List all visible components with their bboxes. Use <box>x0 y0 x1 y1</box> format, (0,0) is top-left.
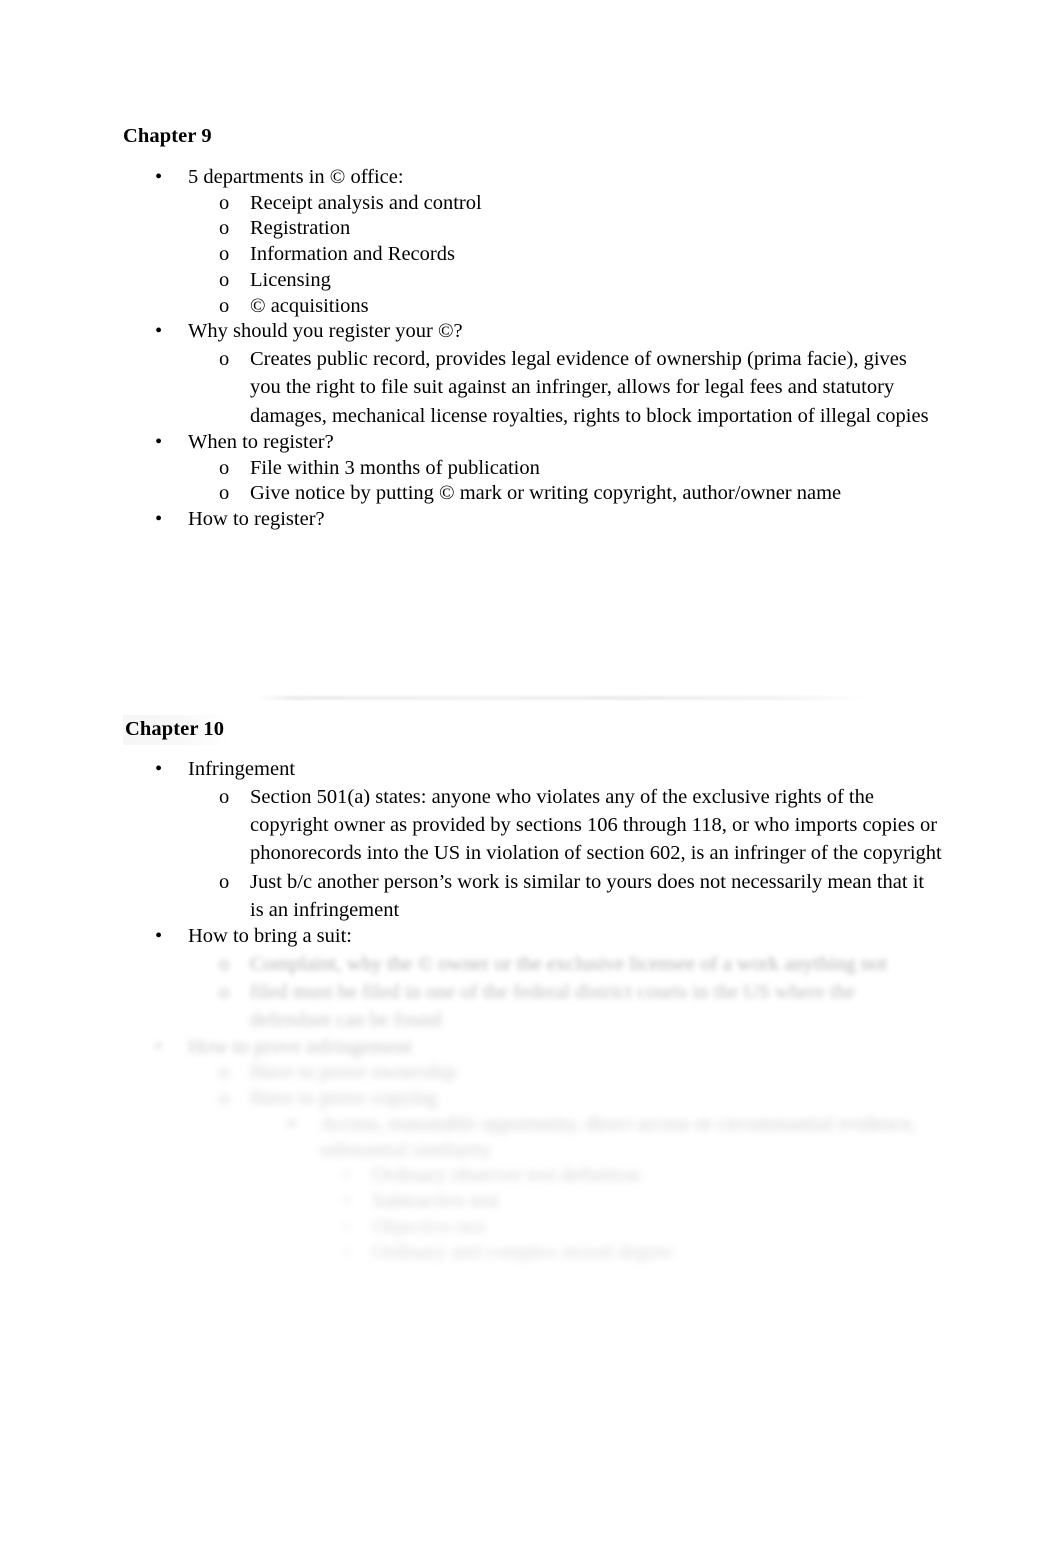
bullet-disc-icon: • <box>155 507 163 530</box>
bullet-disc-icon: • <box>155 166 163 188</box>
bullet-circle-icon: o <box>219 243 230 266</box>
chapter-10-heading: Chapter 10 <box>123 715 231 745</box>
degraded-list-item: ▪ Access, reasonable opportunity, direct… <box>0 1112 1062 1138</box>
list-item: o Creates public record, provides legal … <box>0 345 1062 430</box>
chapter-9-heading: Chapter 9 <box>123 125 212 147</box>
degraded-list-item: ▫ Ordinary and complex mixed degree <box>0 1240 1062 1266</box>
list-item: • 5 departments in © office: <box>0 165 1062 191</box>
list-item: o Registration <box>0 216 1062 242</box>
bullet-circle-icon: o <box>219 952 230 975</box>
degraded-list-item: o filed must be filed in one of the fede… <box>0 978 1062 1006</box>
list-item-label: Section 501(a) states: anyone who violat… <box>250 785 942 865</box>
degraded-text: Access, reasonable opportunity, direct a… <box>320 1112 917 1135</box>
degraded-list-item: ▫ Objective test <box>0 1215 1062 1241</box>
chapter-9-outline: • 5 departments in © office: o Receipt a… <box>0 165 1062 533</box>
list-item-label: © acquisitions <box>250 294 369 317</box>
chapter-10-outline: • Infringement o Section 501(a) states: … <box>0 757 1062 1266</box>
degraded-list-item: substantial similarity <box>0 1138 1062 1164</box>
bullet-square-icon: ▪ <box>288 1112 296 1135</box>
list-item-label: Receipt analysis and control <box>250 191 482 214</box>
degraded-text: defendant can be found <box>250 1009 442 1032</box>
list-item: • Infringement <box>0 757 1062 783</box>
bullet-circle-icon: o <box>219 981 230 1004</box>
degraded-text: Complaint, why the © owner or the exclus… <box>250 952 888 975</box>
list-item-label: Licensing <box>250 268 331 291</box>
bullet-dash-icon: ▫ <box>343 1241 351 1264</box>
bullet-circle-icon: o <box>219 191 230 214</box>
list-item: o © acquisitions <box>0 294 1062 320</box>
list-item-label: Just b/c another person’s work is simila… <box>250 870 925 921</box>
list-item: • Why should you register your ©? <box>0 319 1062 345</box>
list-item: o Receipt analysis and control <box>0 191 1062 217</box>
degraded-text: Have to prove copying <box>250 1087 438 1110</box>
degraded-text: Ordinary observer test definition <box>372 1164 641 1187</box>
degraded-list-item: ▫ Ordinary observer test definition <box>0 1163 1062 1189</box>
list-item: • When to register? <box>0 430 1062 456</box>
bullet-dash-icon: ▫ <box>343 1164 351 1187</box>
list-item-label: How to bring a suit: <box>188 925 352 948</box>
list-item: o Give notice by putting © mark or writi… <box>0 481 1062 507</box>
bullet-disc-icon: • <box>155 1035 163 1058</box>
degraded-text: Subtractive test <box>372 1190 499 1212</box>
document-page: Chapter 9 • 5 departments in © office: o… <box>0 0 1062 1556</box>
list-item-label: Give notice by putting © mark or writing… <box>250 482 842 505</box>
bullet-circle-icon: o <box>219 1061 230 1084</box>
degraded-text: How to prove infringement <box>188 1035 412 1058</box>
bullet-disc-icon: • <box>155 430 163 453</box>
degraded-list-item: o Complaint, why the © owner or the excl… <box>0 950 1062 978</box>
list-item: o Information and Records <box>0 242 1062 268</box>
list-item-label: Registration <box>250 217 351 240</box>
list-item: • How to bring a suit: <box>0 924 1062 950</box>
page-break-artifact <box>255 696 867 700</box>
list-item: • How to register? <box>0 507 1062 533</box>
list-item: o Just b/c another person’s work is simi… <box>0 868 1062 925</box>
bullet-disc-icon: • <box>155 320 163 343</box>
bullet-circle-icon: o <box>219 456 230 479</box>
degraded-list-item: o Have to prove ownership <box>0 1060 1062 1086</box>
bullet-disc-icon: • <box>155 925 163 948</box>
list-item: o File within 3 months of publication <box>0 456 1062 482</box>
bullet-dash-icon: ▫ <box>343 1190 351 1212</box>
bullet-circle-icon: o <box>219 785 230 808</box>
degraded-text: Ordinary and complex mixed degree <box>372 1241 673 1264</box>
bullet-dash-icon: ▫ <box>343 1215 351 1238</box>
degraded-text: Have to prove ownership <box>250 1061 457 1084</box>
list-item: o Licensing <box>0 268 1062 294</box>
bullet-circle-icon: o <box>219 1087 230 1110</box>
list-item-label: 5 departments in © office: <box>188 166 404 188</box>
list-item-label: Creates public record, provides legal ev… <box>250 347 929 427</box>
list-item-label: Infringement <box>188 758 296 780</box>
bullet-circle-icon: o <box>219 482 230 505</box>
degraded-list-item: • How to prove infringement <box>0 1035 1062 1061</box>
bullet-circle-icon: o <box>219 870 230 893</box>
list-item-label: When to register? <box>188 430 334 453</box>
bullet-disc-icon: • <box>155 758 163 780</box>
bullet-circle-icon: o <box>219 347 230 370</box>
bullet-circle-icon: o <box>219 268 230 291</box>
list-item-label: File within 3 months of publication <box>250 456 540 479</box>
list-item-label: Why should you register your ©? <box>188 320 463 343</box>
degraded-list-item: ▫ Subtractive test <box>0 1189 1062 1215</box>
list-item: o Section 501(a) states: anyone who viol… <box>0 783 1062 868</box>
list-item-label: How to register? <box>188 507 325 530</box>
degraded-text: substantial similarity <box>320 1138 492 1161</box>
degraded-text: filed must be filed in one of the federa… <box>250 981 856 1004</box>
degraded-list-item: o Have to prove copying <box>0 1086 1062 1112</box>
bullet-circle-icon: o <box>219 217 230 240</box>
degraded-text: Objective test <box>372 1215 486 1238</box>
bullet-circle-icon: o <box>219 294 230 317</box>
list-item-label: Information and Records <box>250 243 455 266</box>
degraded-list-item: defendant can be found <box>0 1006 1062 1034</box>
